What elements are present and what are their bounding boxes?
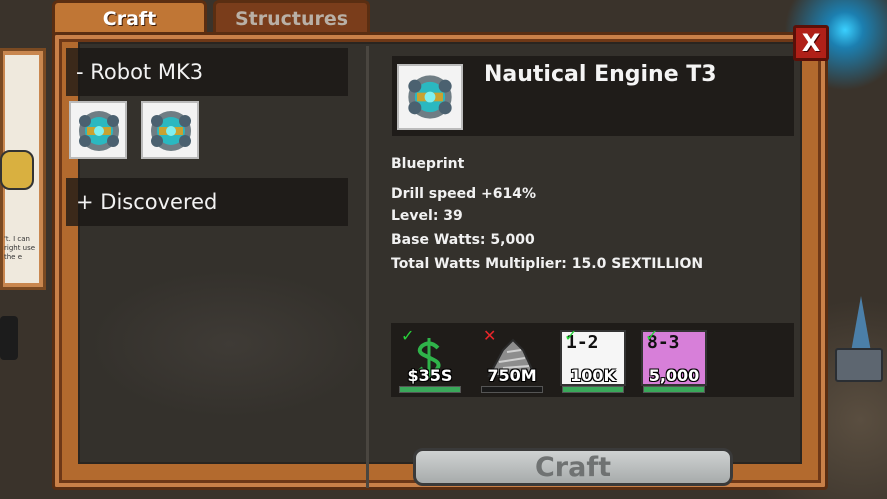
item-nautical-engine-2[interactable]: [141, 101, 199, 159]
cross-icon: ✕: [483, 326, 497, 345]
detail-type: Blueprint: [391, 156, 465, 172]
tab-craft[interactable]: Craft: [52, 0, 207, 34]
column-divider: [366, 46, 369, 488]
requirement-money-progress: [399, 386, 461, 393]
requirement-blueprint-1-2-progress: [562, 386, 624, 393]
category-robot-mk3[interactable]: - Robot MK3: [66, 48, 348, 96]
requirement-money-amount: $35S: [407, 366, 453, 385]
drill-structure: [835, 296, 883, 384]
side-person: [0, 316, 18, 360]
requirement-blueprint-8-3-progress: [643, 386, 705, 393]
craft-button[interactable]: Craft: [413, 448, 733, 486]
tab-structures[interactable]: Structures: [213, 0, 370, 34]
stat-drill-speed: Drill speed +614%: [391, 186, 537, 202]
requirement-ore-progress: [481, 386, 543, 393]
requirement-blueprint-1-2-amount: 100K: [570, 366, 616, 385]
nautical-engine-icon: [75, 107, 123, 155]
requirement-blueprint-8-3-amount: 5,000: [648, 366, 700, 385]
nautical-engine-icon: [147, 107, 195, 155]
requirement-blueprint-1-2: 1-2 100K ✓: [560, 326, 626, 394]
progress-fill: [644, 387, 704, 392]
requirement-ore-amount: 750M: [487, 366, 537, 385]
requirement-money: $35S ✓: [397, 326, 463, 394]
stat-base-watts: Base Watts: 5,000: [391, 232, 535, 248]
close-button[interactable]: X: [793, 25, 829, 61]
category-discovered[interactable]: + Discovered: [66, 178, 348, 226]
requirement-blueprint-8-3: 8-3 5,000 ✓: [641, 326, 707, 394]
nautical-engine-icon: [404, 71, 456, 123]
stat-watts-multiplier: Total Watts Multiplier: 15.0 SEXTILLION: [391, 256, 704, 272]
check-icon: ✓: [645, 326, 659, 345]
progress-fill: [400, 387, 460, 392]
check-icon: ✓: [401, 326, 415, 345]
requirement-ore: 750M ✕: [479, 326, 545, 394]
stat-level: Level: 39: [391, 208, 463, 224]
side-card-text: 't. I can right use the e: [4, 235, 36, 261]
progress-fill: [563, 387, 623, 392]
item-nautical-engine-1[interactable]: [69, 101, 127, 159]
detail-title: Nautical Engine T3: [484, 62, 717, 87]
check-icon: ✓: [564, 326, 578, 345]
detail-item-icon: [397, 64, 463, 130]
side-character: [0, 150, 34, 190]
